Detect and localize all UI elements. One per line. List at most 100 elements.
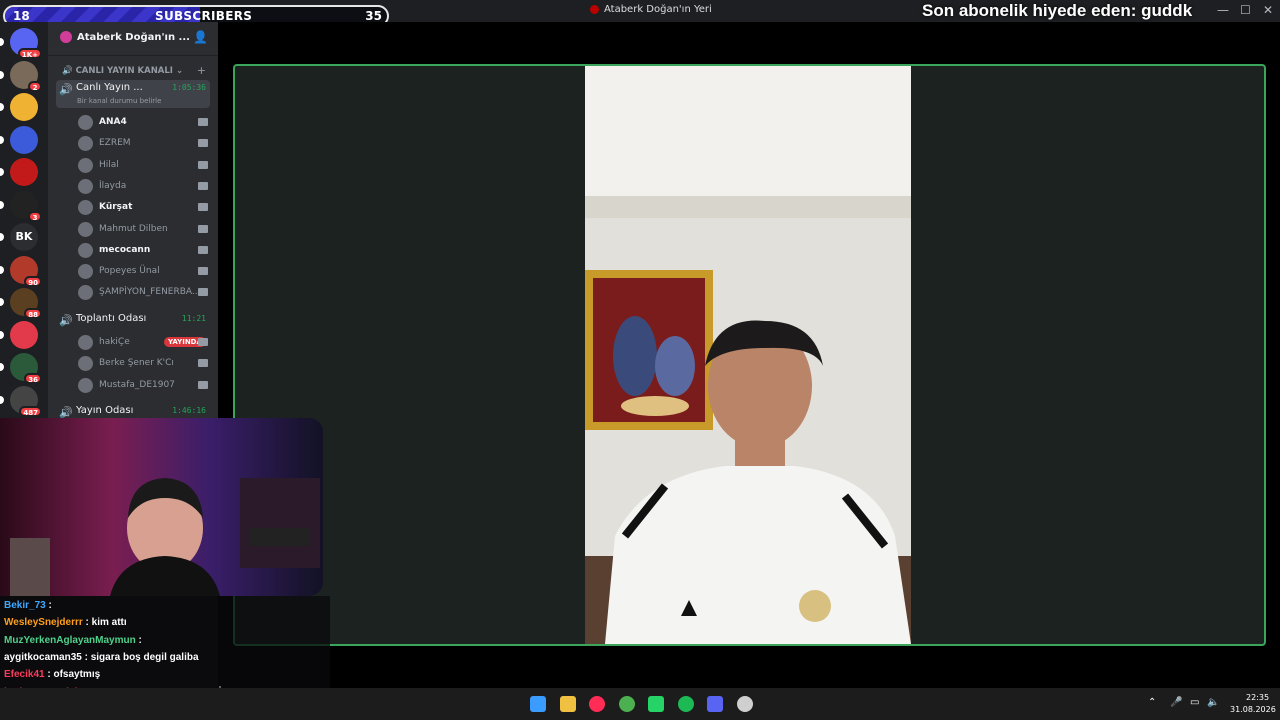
channel-status[interactable]: Bir kanal durumu belirle [77,97,161,105]
guild-header[interactable]: Ataberk Doğan'ın ... ⌄ [60,31,203,43]
file-explorer-icon[interactable] [559,696,576,712]
voice-user[interactable]: İlayda [78,178,208,196]
microphone-icon[interactable]: 🎤 [1170,697,1182,708]
guild-name: Ataberk Doğan'ın ... [77,31,190,43]
chat-username: Bekir_73 [4,600,46,611]
voice-user[interactable]: Kürşat [78,199,208,217]
avatar [78,377,93,393]
subscriber-current: 18 [13,9,30,23]
chat-text: : sigara boş degil galiba [81,651,199,663]
voice-user-name: ANA4 [99,117,127,127]
network-icon[interactable]: ▭ [1190,697,1199,708]
channel-name: Toplantı Odası [76,313,147,324]
voice-user-name: hakiÇe [99,337,130,347]
voice-icon: 🔊 [59,83,73,96]
avatar [78,115,93,130]
avatar [78,136,93,152]
server-1-icon[interactable]: 1K+ [0,28,42,59]
channel-timer: 1:05:36 [172,83,206,92]
server-11-icon[interactable]: 36 [0,353,42,384]
mention-badge: 88 [24,308,42,319]
unread-pip [0,395,4,404]
unread-pip [0,330,4,339]
server-12-icon[interactable]: 487 [0,385,42,417]
chat-username: Efecik41 [4,669,45,681]
server-7-icon[interactable]: BK [0,223,38,251]
server-10-icon[interactable] [0,320,38,349]
guild-icon [60,31,72,43]
voice-user[interactable]: EZREM [78,135,208,153]
voice-user-name: Kürşat [99,202,133,213]
clock-time[interactable]: 22:35 [1246,693,1269,702]
subscriber-label: SUBSCRIBERS [155,9,253,23]
chat-text: : kim attı [82,617,127,629]
avatar [78,264,93,280]
discord-icon[interactable] [707,696,723,712]
windows-start-icon[interactable] [530,696,546,712]
voice-user-name: ŞAMPİYON_FENERBA... [99,287,201,298]
channel-name: Yayın Odası [76,405,134,416]
chrome-icon[interactable] [618,696,635,712]
unread-pip [0,265,4,274]
window-title: Ataberk Doğan'ın Yeri [590,4,712,15]
chevron-down-icon: ⌄ [175,66,184,76]
server-9-icon[interactable]: 88 [0,288,42,319]
voice-user[interactable]: Berke Şener K'Cı [78,355,208,373]
channel-name: Canlı Yayın ... [76,82,143,93]
camera-icon [198,118,208,126]
camera-icon [198,139,208,148]
voice-user-name: Berke Şener K'Cı [99,358,174,369]
server-5-icon[interactable] [0,158,38,186]
voice-user[interactable]: mecocann [78,242,208,260]
volume-icon[interactable]: 🔈 [1207,697,1219,708]
voice-channel-canli-yayin[interactable]: 🔊 Canlı Yayın ... 1:05:36 Bir kanal duru… [56,80,210,108]
chat-username: MuzYerkenAglayanMaymun [4,634,136,646]
camera-icon [198,267,208,276]
camera-icon [198,338,208,346]
voice-user[interactable]: Mahmut Dilben [78,221,208,239]
avatar [78,221,93,237]
voice-user[interactable]: Mustafa_DE1907 [78,377,208,395]
voice-user[interactable]: hakiÇe YAYINDA [78,334,208,352]
voice-user[interactable]: ŞAMPİYON_FENERBA... [78,284,208,302]
camera-icon [198,181,208,190]
voice-user-name: Hilal [99,159,119,170]
chat-message: Efecik41 : ofsaytmış [4,669,100,680]
maximize-icon[interactable]: ☐ [1240,3,1251,17]
webcam-image [0,418,323,596]
streamer-webcam [0,418,323,596]
channel-sidebar: Ataberk Doğan'ın ... ⌄ 👤 🔊 CANLI YAYIN K… [48,22,218,419]
server-3-icon[interactable] [0,93,38,121]
server-6-icon[interactable]: 3 [0,190,42,222]
mention-badge: 3 [28,210,42,222]
spotify-icon[interactable] [677,696,694,712]
avatar [78,242,93,258]
screenshare-video[interactable] [585,66,911,644]
server-8-icon[interactable]: 90 [0,255,42,287]
server-4-icon[interactable] [0,125,38,154]
chevron-up-icon[interactable]: ⌃ [1148,697,1156,708]
add-friend-icon[interactable]: 👤 [193,30,208,44]
voice-user-name: mecocann [99,244,151,255]
voice-user-name: İlayda [99,180,127,191]
obs-icon[interactable] [736,696,753,712]
server-list: 1K+ 2 3 BK 90 88 36 487 [0,22,48,418]
minimize-icon[interactable]: — [1217,3,1229,17]
chat-message: WesleySnejderrr : kim attı [4,617,127,628]
voice-user[interactable]: ANA4 [78,114,208,132]
channel-timer: 11:21 [181,314,206,323]
mention-badge: 1K+ [17,48,42,59]
whatsapp-icon[interactable] [648,696,664,712]
opera-gx-icon[interactable] [589,696,605,712]
voice-user[interactable]: Popeyes Ünal [78,263,208,281]
chat-text: : [135,634,142,646]
category-header[interactable]: 🔊 CANLI YAYIN KANALI ⌄ [62,66,183,76]
create-channel-icon[interactable]: + [197,64,206,77]
unread-pip [0,363,4,371]
voice-user[interactable]: Hilal [78,157,208,175]
close-icon[interactable]: ✕ [1263,3,1273,17]
clock-date[interactable]: 31.08.2026 [1230,705,1276,714]
unread-pip [0,233,4,241]
avatar [78,157,93,173]
server-2-icon[interactable]: 2 [0,60,42,92]
